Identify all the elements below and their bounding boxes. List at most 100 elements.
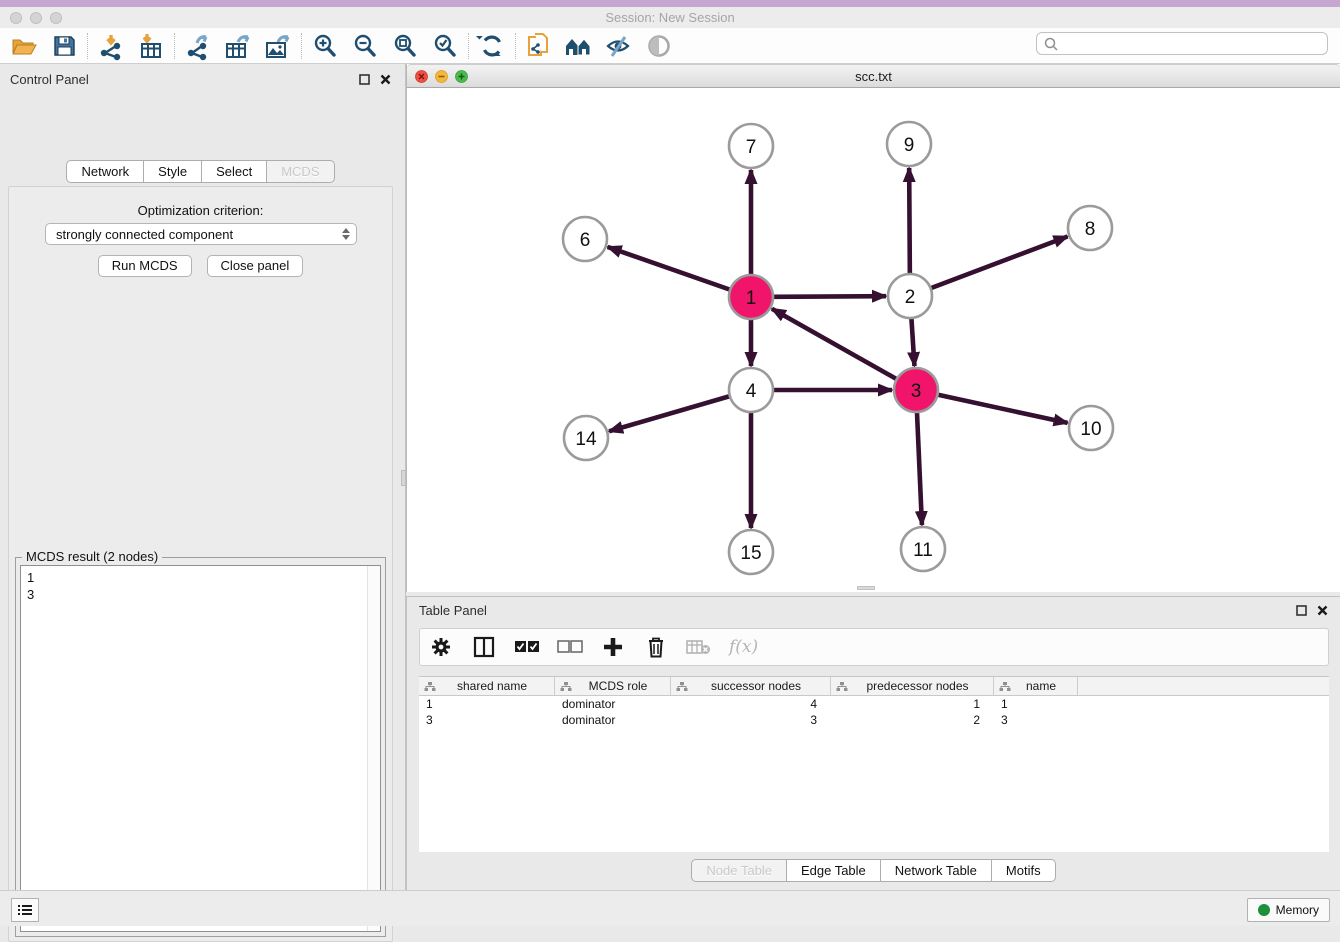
table-panel-title: Table Panel [419, 603, 1286, 618]
edge-2-9[interactable] [909, 168, 910, 274]
function-builder-button[interactable]: f(x) [729, 634, 758, 660]
network-zoom-button[interactable] [455, 70, 468, 83]
tab-style[interactable]: Style [144, 160, 202, 183]
tab-motifs[interactable]: Motifs [992, 859, 1056, 882]
cell-predecessor-nodes[interactable]: 1 [831, 696, 994, 712]
refresh-icon [479, 33, 505, 59]
import-table-icon [138, 33, 164, 59]
table-rows: 1dominator4113dominator323 [419, 696, 1329, 728]
memory-label: Memory [1276, 903, 1319, 917]
edge-2-3[interactable] [911, 318, 914, 366]
column-type-icon [999, 681, 1011, 692]
toolbar-separator [515, 33, 516, 59]
network-canvas[interactable]: 7968124314101511 [407, 88, 1340, 590]
task-history-button[interactable] [11, 898, 39, 922]
network-view-window: scc.txt 7968124314101511 [406, 64, 1340, 592]
tab-mcds[interactable]: MCDS [267, 160, 334, 183]
node-label-9: 9 [904, 135, 915, 156]
tab-edge-table[interactable]: Edge Table [787, 859, 881, 882]
delete-column-button[interactable] [643, 634, 669, 660]
mcds-result-list[interactable]: 1 3 [21, 566, 367, 931]
cell-shared-name[interactable]: 1 [419, 696, 555, 712]
canvas-grip[interactable] [857, 586, 875, 590]
network-window-titlebar: scc.txt [407, 64, 1340, 88]
tab-select[interactable]: Select [202, 160, 267, 183]
edge-3-1[interactable] [772, 309, 897, 379]
edge-3-11[interactable] [917, 412, 922, 525]
search-input[interactable] [1063, 37, 1327, 51]
cell-MCDS-role[interactable]: dominator [555, 712, 671, 728]
cell-predecessor-nodes[interactable]: 2 [831, 712, 994, 728]
tab-network[interactable]: Network [66, 160, 144, 183]
column-header-successor-nodes[interactable]: successor nodes [671, 677, 831, 695]
column-header-MCDS-role[interactable]: MCDS role [555, 677, 671, 695]
clone-network-button[interactable] [519, 30, 559, 62]
cell-shared-name[interactable]: 3 [419, 712, 555, 728]
cell-name[interactable]: 3 [994, 712, 1078, 728]
tab-node-table[interactable]: Node Table [691, 859, 787, 882]
memory-button[interactable]: Memory [1247, 898, 1330, 922]
clear-all-checks-button[interactable] [557, 634, 583, 660]
edge-1-2[interactable] [773, 296, 886, 297]
open-session-button[interactable] [4, 30, 44, 62]
table-panel: Table Panel [406, 596, 1340, 890]
delete-table-button[interactable] [686, 634, 712, 660]
node-label-1: 1 [746, 288, 757, 309]
cell-successor-nodes[interactable]: 4 [671, 696, 831, 712]
edge-3-10[interactable] [937, 395, 1067, 423]
column-header-shared-name[interactable]: shared name [419, 677, 555, 695]
export-network-button[interactable] [178, 30, 218, 62]
column-header-predecessor-nodes[interactable]: predecessor nodes [831, 677, 994, 695]
edge-2-8[interactable] [931, 236, 1068, 288]
table-header-row: shared nameMCDS rolesuccessor nodesprede… [419, 677, 1329, 696]
criterion-select[interactable]: strongly connected component [45, 223, 357, 245]
close-table-panel-icon[interactable] [1317, 605, 1328, 616]
import-table-button[interactable] [131, 30, 171, 62]
zoom-in-button[interactable] [305, 30, 345, 62]
search-box [1036, 32, 1328, 55]
save-icon [52, 34, 76, 58]
save-session-button[interactable] [44, 30, 84, 62]
unchecked-boxes-icon [557, 640, 583, 654]
column-type-icon [836, 681, 848, 692]
close-panel-button[interactable]: Close panel [207, 255, 304, 277]
close-panel-icon[interactable] [380, 74, 391, 85]
cell-name[interactable]: 1 [994, 696, 1078, 712]
column-header-name[interactable]: name [994, 677, 1078, 695]
run-mcds-button[interactable]: Run MCDS [98, 255, 192, 277]
tab-network-table[interactable]: Network Table [881, 859, 992, 882]
edge-4-14[interactable] [609, 396, 730, 431]
export-table-button[interactable] [218, 30, 258, 62]
desktop-wallpaper-strip [0, 0, 1340, 7]
node-label-2: 2 [905, 287, 916, 308]
export-image-button[interactable] [258, 30, 298, 62]
network-close-button[interactable] [415, 70, 428, 83]
float-table-panel-icon[interactable] [1296, 605, 1307, 616]
select-all-checks-button[interactable] [514, 634, 540, 660]
table-row[interactable]: 1dominator411 [419, 696, 1329, 712]
zoom-out-button[interactable] [345, 30, 385, 62]
table-settings-button[interactable] [428, 634, 454, 660]
show-all-button[interactable] [639, 30, 679, 62]
optimization-criterion-label: Optimization criterion: [9, 203, 392, 218]
first-neighbors-button[interactable] [559, 30, 599, 62]
zoom-selected-button[interactable] [425, 30, 465, 62]
cell-successor-nodes[interactable]: 3 [671, 712, 831, 728]
mcds-panel: Optimization criterion: strongly connect… [8, 186, 393, 942]
zoom-fit-button[interactable] [385, 30, 425, 62]
export-table-icon [224, 33, 252, 59]
result-scrollbar[interactable] [367, 566, 380, 931]
refresh-view-button[interactable] [472, 30, 512, 62]
edge-1-6[interactable] [608, 247, 731, 290]
network-minimize-button[interactable] [435, 70, 448, 83]
column-chooser-button[interactable] [471, 634, 497, 660]
add-column-button[interactable] [600, 634, 626, 660]
table-row[interactable]: 3dominator323 [419, 712, 1329, 728]
float-panel-icon[interactable] [359, 74, 370, 85]
cell-MCDS-role[interactable]: dominator [555, 696, 671, 712]
import-network-button[interactable] [91, 30, 131, 62]
plus-icon [602, 636, 624, 658]
hide-selected-button[interactable] [599, 30, 639, 62]
node-label-8: 8 [1085, 219, 1096, 240]
network-graph[interactable]: 7968124314101511 [407, 88, 1339, 590]
